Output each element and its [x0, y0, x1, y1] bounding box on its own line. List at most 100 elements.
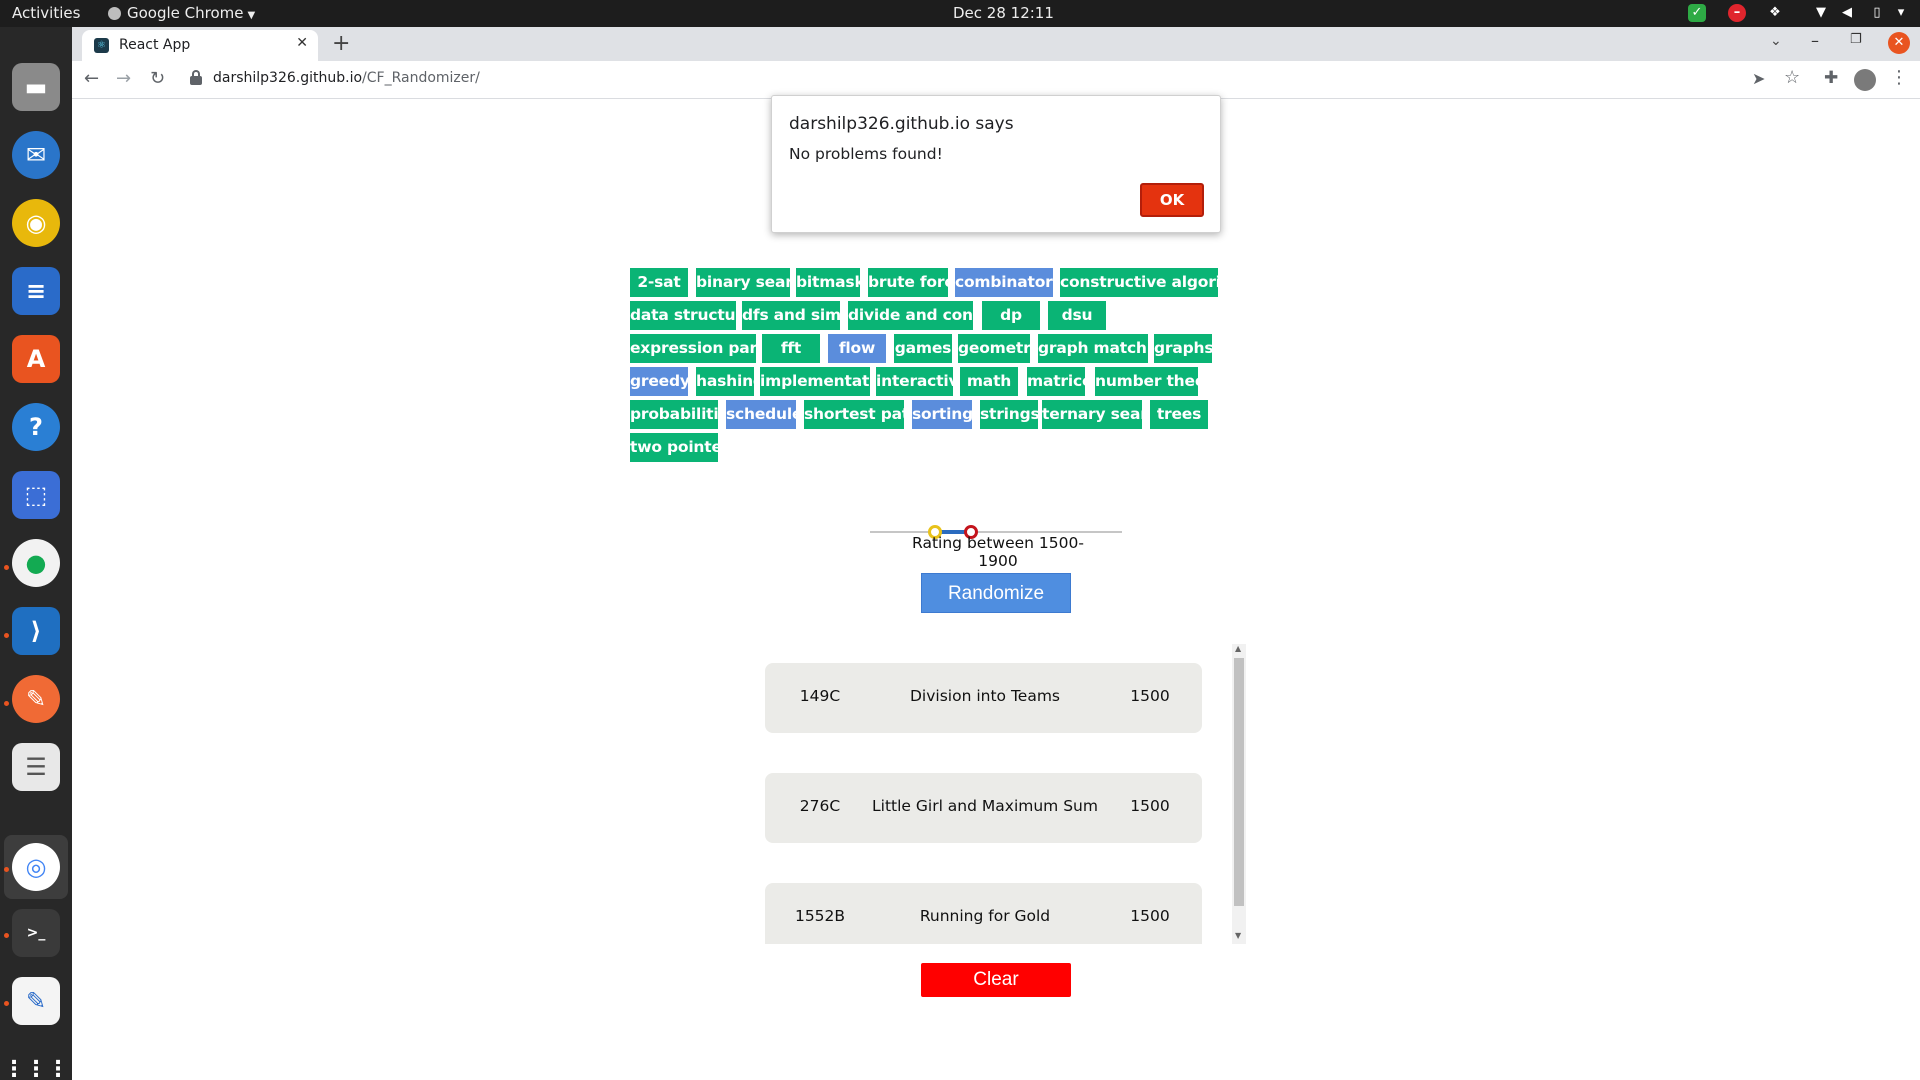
screenshot-icon[interactable]: ⬚ — [12, 471, 60, 519]
mongodb-icon[interactable]: ● — [12, 539, 60, 587]
problem-list-scrollbar[interactable]: ▲ ▼ — [1232, 644, 1246, 944]
tab-title: React App — [119, 37, 191, 53]
window-close-icon[interactable]: ✕ — [1888, 32, 1910, 54]
scroll-up-icon[interactable]: ▲ — [1235, 644, 1241, 653]
software-icon[interactable]: A — [12, 335, 60, 383]
system-top-bar: Activities Google Chrome ▼ Dec 28 12:11 ✓… — [0, 0, 1920, 27]
tag-combinatorics[interactable]: combinatorics — [955, 268, 1076, 297]
chrome-menu-icon[interactable]: ⋮ — [1890, 67, 1908, 88]
tab-search-icon[interactable]: ⌄ — [1770, 33, 1782, 49]
scrollbar-thumb[interactable] — [1234, 658, 1244, 906]
tag-geometry[interactable]: geometry — [958, 334, 1041, 363]
back-arrow-icon[interactable]: ← — [84, 68, 99, 89]
randomize-button[interactable]: Randomize — [921, 573, 1071, 613]
tag-math[interactable]: math — [960, 367, 1018, 396]
tag-graph-matchings[interactable]: graph matchings — [1038, 334, 1183, 363]
close-tab-icon[interactable]: ✕ — [296, 35, 308, 51]
clock[interactable]: Dec 28 12:11 — [953, 4, 1054, 22]
tag-expression-parsing[interactable]: expression parsing — [630, 334, 793, 363]
tag-greedy[interactable]: greedy — [630, 367, 690, 396]
tag-two-pointers[interactable]: two pointers — [630, 433, 738, 462]
tab-strip: ⚛ React App ✕ + ⌄ – ❐ ✕ — [72, 27, 1920, 61]
tag-schedules[interactable]: schedules — [726, 400, 812, 429]
text-editor-icon[interactable]: ✎ — [12, 977, 60, 1025]
tag-matrices[interactable]: matrices — [1027, 367, 1102, 396]
terminal-icon[interactable]: >_ — [12, 909, 60, 957]
vscode-icon[interactable]: ⟩ — [12, 607, 60, 655]
block-tray-icon[interactable]: – — [1728, 4, 1746, 22]
battery-icon[interactable]: ▯ — [1868, 4, 1886, 22]
tag-data-structures[interactable]: data structures — [630, 301, 762, 330]
bookmark-star-icon[interactable]: ☆ — [1784, 67, 1800, 88]
url-host: darshilp326.github.io — [213, 70, 363, 86]
problem-name: Little Girl and Maximum Sum — [872, 797, 1098, 815]
scroll-down-icon[interactable]: ▼ — [1235, 931, 1241, 940]
show-apps-icon[interactable]: ⋮⋮⋮ — [3, 1045, 69, 1080]
tab-react-app[interactable]: ⚛ React App ✕ — [82, 30, 318, 61]
tag-2-sat[interactable]: 2-sat — [630, 268, 688, 297]
wifi-icon[interactable]: ▼ — [1812, 4, 1830, 22]
tag-dsu[interactable]: dsu — [1048, 301, 1106, 330]
system-menu-icon[interactable]: ▾ — [1892, 4, 1910, 22]
alert-message: No problems found! — [789, 145, 943, 163]
new-tab-button[interactable]: + — [332, 31, 350, 56]
send-icon[interactable]: ➤ — [1752, 69, 1765, 88]
caret-down-icon: ▼ — [247, 10, 256, 21]
tag-probabilities[interactable]: probabilities — [630, 400, 738, 429]
tag-constructive-algorithms[interactable]: constructive algorithms — [1060, 268, 1264, 297]
tag-games[interactable]: games — [894, 334, 952, 363]
tag-shortest-paths[interactable]: shortest paths — [804, 400, 929, 429]
tag-brute-force[interactable]: brute force — [868, 268, 964, 297]
chrome-icon — [108, 7, 121, 20]
forward-arrow-icon[interactable]: → — [116, 68, 131, 89]
tag-ternary-search[interactable]: ternary search — [1042, 400, 1168, 429]
tag-sortings[interactable]: sortings — [912, 400, 982, 429]
tag-number-theory[interactable]: number theory — [1095, 367, 1223, 396]
tag-interactive[interactable]: interactive — [876, 367, 969, 396]
alert-ok-button[interactable]: OK — [1140, 183, 1204, 217]
tag-graphs[interactable]: graphs — [1154, 334, 1214, 363]
extensions-puzzle-icon[interactable]: ✚ — [1824, 68, 1838, 88]
problem-name: Division into Teams — [910, 687, 1060, 705]
problem-row[interactable]: 276C Little Girl and Maximum Sum 1500 — [765, 773, 1202, 843]
tag-divide-and-conquer[interactable]: divide and conquer — [848, 301, 1013, 330]
rating-label: Rating between 1500-1900 — [912, 534, 1084, 570]
problem-rating: 1500 — [1130, 797, 1170, 815]
minimize-icon[interactable]: – — [1811, 31, 1819, 50]
restore-icon[interactable]: ❐ — [1850, 32, 1862, 47]
problem-row[interactable]: 149C Division into Teams 1500 — [765, 663, 1202, 733]
files-icon[interactable]: ▬ — [12, 63, 60, 111]
tag-dfs-and-similar[interactable]: dfs and similar — [742, 301, 869, 330]
tag-implementation[interactable]: implementation — [760, 367, 896, 396]
problem-name: Running for Gold — [919, 907, 1051, 925]
tag-bitmasks[interactable]: bitmasks — [796, 268, 874, 297]
url-path: /CF_Randomizer/ — [362, 70, 480, 86]
postman-icon[interactable]: ✎ — [12, 675, 60, 723]
tag-fft[interactable]: fft — [762, 334, 820, 363]
activities-button[interactable]: Activities — [12, 4, 80, 22]
thunderbird-icon[interactable]: ✉ — [12, 131, 60, 179]
tag-flow[interactable]: flow — [828, 334, 886, 363]
lock-icon[interactable] — [190, 70, 202, 85]
writer-icon[interactable]: ≡ — [12, 267, 60, 315]
rhythmbox-icon[interactable]: ◉ — [12, 199, 60, 247]
address-bar[interactable]: darshilp326.github.io/CF_Randomizer/ — [213, 70, 480, 86]
clear-button[interactable]: Clear — [921, 963, 1071, 997]
tag-trees[interactable]: trees — [1150, 400, 1208, 429]
chrome-dock-icon[interactable]: ◎ — [12, 843, 60, 891]
tag-strings[interactable]: strings — [980, 400, 1040, 429]
tag-dp[interactable]: dp — [982, 301, 1040, 330]
problem-id: 1552B — [794, 907, 846, 925]
app-menu[interactable]: Google Chrome ▼ — [108, 4, 255, 22]
running-indicator — [4, 701, 9, 706]
tag-binary-search[interactable]: binary search — [696, 268, 813, 297]
problem-row[interactable]: 1552B Running for Gold 1500 — [765, 883, 1202, 944]
volume-icon[interactable]: ◀ — [1838, 4, 1856, 22]
document-viewer-icon[interactable]: ☰ — [12, 743, 60, 791]
reload-icon[interactable]: ↻ — [150, 68, 165, 89]
shield-tray-icon[interactable]: ✓ — [1688, 4, 1706, 22]
dropbox-tray-icon[interactable]: ❖ — [1766, 4, 1784, 22]
profile-avatar[interactable] — [1854, 69, 1876, 91]
help-icon[interactable]: ? — [12, 403, 60, 451]
tag-hashing[interactable]: hashing — [696, 367, 764, 396]
